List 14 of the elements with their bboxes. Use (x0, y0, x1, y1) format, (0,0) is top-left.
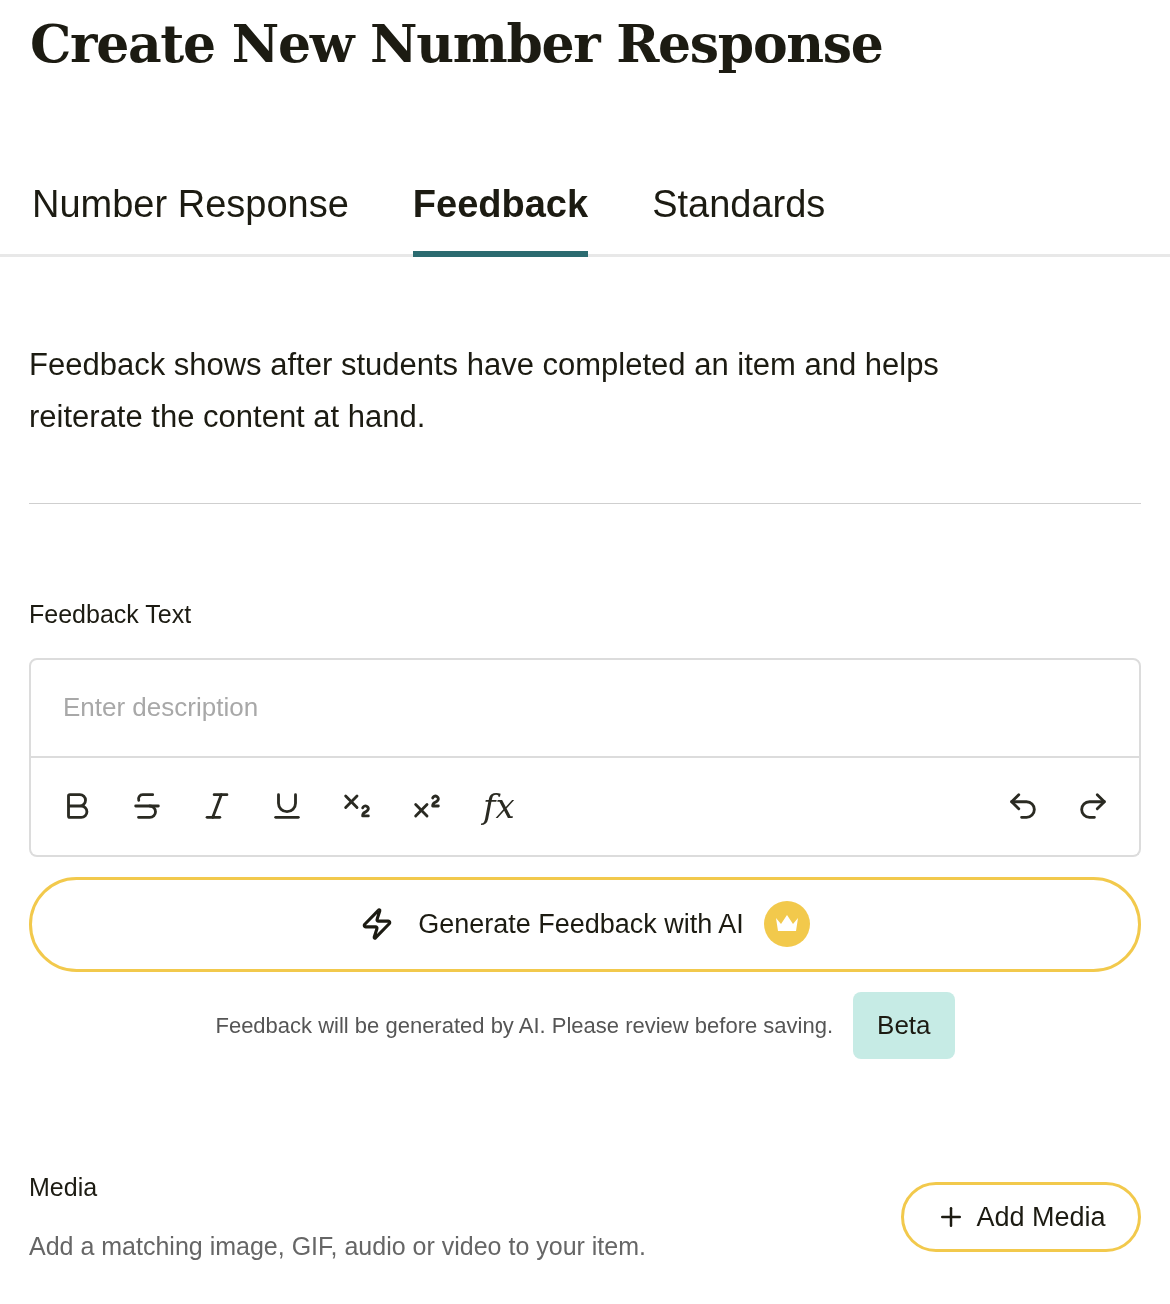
media-label: Media (29, 1171, 99, 1203)
media-hint: Add a matching image, GIF, audio or video to your item. (29, 1231, 646, 1262)
clear-format-button[interactable]: fx (479, 788, 519, 824)
tab[interactable]: Feedback (412, 176, 589, 257)
ai-note: Feedback will be generated by AI. Please review before saving. (215, 1011, 834, 1040)
description-text: Feedback shows after students have completed an item and helps reiterate the content at hand. (29, 346, 940, 436)
crown-icon (763, 901, 810, 947)
tab[interactable]: Number Response (32, 176, 349, 257)
beta-badge: Beta (853, 991, 955, 1059)
tab[interactable]: Standards (652, 176, 826, 257)
field-label: Feedback Text (29, 599, 193, 630)
generate-ai-button[interactable]: Generate Feedback with AI (29, 876, 1141, 972)
description-input[interactable]: Enter description (29, 657, 1141, 758)
add-media-button[interactable]: Add Media (901, 1182, 1141, 1252)
